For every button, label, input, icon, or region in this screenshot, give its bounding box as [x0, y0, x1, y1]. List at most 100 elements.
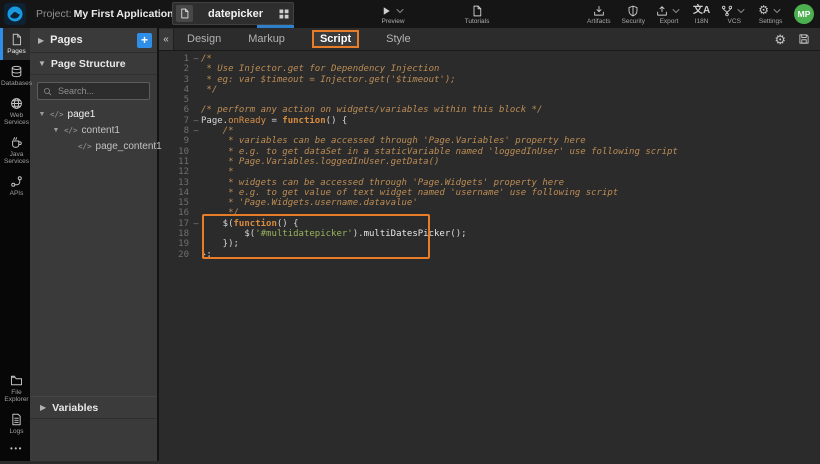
settings-button[interactable]: ⚙Settings	[758, 4, 783, 25]
code-line[interactable]: 10 * e.g. to get dataSet in a staticVari…	[159, 147, 820, 157]
variables-header[interactable]: ▶ Variables	[30, 396, 157, 419]
fold-gutter	[191, 188, 201, 198]
search-icon	[43, 87, 52, 96]
sidebar-item-label: Web Services	[3, 112, 30, 126]
sidebar-item-pages[interactable]: Pages	[0, 28, 30, 60]
tab-design[interactable]: Design	[187, 33, 221, 45]
vcs-button[interactable]: VCS	[721, 4, 747, 25]
code-text: * widgets can be accessed through 'Page.…	[201, 178, 564, 188]
sidebar-item-more[interactable]: •••	[0, 440, 30, 458]
code-text: * eg: var $timeout = Injector.get('$time…	[201, 75, 456, 85]
tree-item-label: page_content1	[96, 141, 162, 152]
sidebar-item-apis[interactable]: APIs	[0, 170, 30, 202]
tutorials-button[interactable]: Tutorials	[452, 0, 502, 28]
page-tab-label: datepicker	[193, 8, 278, 20]
save-icon[interactable]	[798, 33, 810, 45]
chevron-down-icon	[670, 5, 682, 17]
search-input[interactable]	[56, 85, 144, 97]
breadcrumb: Project: My First Application	[36, 0, 174, 28]
line-number: 11	[159, 157, 191, 167]
security-button[interactable]: Security	[622, 4, 645, 25]
preview-button[interactable]: Preview	[368, 0, 418, 28]
line-number: 17	[159, 219, 191, 229]
page-tab-datepicker[interactable]: datepicker	[172, 2, 294, 25]
page-structure-header[interactable]: ▼ Page Structure	[30, 53, 157, 75]
code-text: *	[201, 167, 234, 177]
sidebar-item-databases[interactable]: Databases	[0, 60, 30, 92]
tab-style[interactable]: Style	[386, 33, 410, 45]
sidebar-item-logs[interactable]: Logs	[0, 408, 30, 440]
fold-gutter	[191, 85, 201, 95]
settings-icon: ⚙	[758, 4, 769, 17]
collapse-panel-button[interactable]: «	[159, 29, 174, 50]
tree-item-page_content1[interactable]: </>page_content1	[30, 138, 157, 154]
export-button[interactable]: Export	[656, 4, 682, 25]
security-icon	[627, 5, 639, 17]
fold-marker-icon[interactable]: –	[191, 126, 201, 136]
sidebar-item-label: Logs	[9, 428, 23, 435]
fold-marker-icon[interactable]: –	[191, 116, 201, 126]
editor-area: « Design Markup Script Style ⚙ 1–/*2 * Use …	[157, 28, 820, 461]
code-line[interactable]: 9 * variables can be accessed through 'P…	[159, 136, 820, 146]
fold-gutter	[191, 147, 201, 157]
wavemaker-logo[interactable]	[4, 3, 26, 25]
artifacts-button[interactable]: Artifacts	[587, 4, 610, 25]
sidebar-item-java-services[interactable]: Java Services	[0, 131, 30, 170]
line-number: 5	[159, 95, 191, 105]
add-page-button[interactable]: +	[137, 33, 152, 48]
code-line[interactable]: 11 * Page.Variables.loggedInUser.getData…	[159, 157, 820, 167]
fold-gutter	[191, 208, 201, 218]
code-text: * Page.Variables.loggedInUser.getData()	[201, 157, 439, 167]
fold-marker-icon[interactable]: –	[191, 54, 201, 64]
fold-gutter	[191, 105, 201, 115]
i18n-button[interactable]: 文AI18N	[693, 4, 710, 25]
tree-item-page1[interactable]: ▼</>page1	[30, 106, 157, 122]
code-line[interactable]: 3 * eg: var $timeout = Injector.get('$ti…	[159, 75, 820, 85]
vcs-label: VCS	[728, 18, 741, 25]
pages-panel: ▶ Pages + ▼ Page Structure ▼</>page1▼</>…	[30, 28, 157, 461]
code-line[interactable]: 8– /*	[159, 126, 820, 136]
code-text: */	[201, 85, 217, 95]
sidebar-item-web-services[interactable]: Web Services	[0, 92, 30, 131]
grid-icon[interactable]	[278, 8, 290, 20]
tab-script[interactable]: Script	[312, 30, 359, 48]
fold-gutter	[191, 239, 201, 249]
code-line[interactable]: 1–/*	[159, 54, 820, 64]
page-file-icon	[179, 8, 190, 19]
line-number: 10	[159, 147, 191, 157]
gear-icon[interactable]: ⚙	[774, 33, 786, 46]
pages-icon	[10, 33, 23, 46]
code-line[interactable]: 15 * 'Page.Widgets.username.datavalue'	[159, 198, 820, 208]
line-number: 19	[159, 239, 191, 249]
sidebar-item-label: File Explorer	[3, 389, 30, 403]
code-line[interactable]: 5	[159, 95, 820, 105]
fold-marker-icon[interactable]: –	[191, 219, 201, 229]
line-number: 16	[159, 208, 191, 218]
code-line[interactable]: 14 * e.g. to get value of text widget na…	[159, 188, 820, 198]
apis-icon	[10, 175, 23, 188]
code-line[interactable]: 7–Page.onReady = function() {	[159, 116, 820, 126]
line-number: 7	[159, 116, 191, 126]
collapse-arrow-icon: ▶	[38, 36, 44, 45]
pages-panel-header[interactable]: ▶ Pages +	[30, 28, 157, 53]
code-line[interactable]: 2 * Use Injector.get for Dependency Inje…	[159, 64, 820, 74]
avatar[interactable]: MP	[794, 4, 814, 24]
tab-markup[interactable]: Markup	[248, 33, 285, 45]
java-services-icon	[10, 136, 23, 149]
line-number: 1	[159, 54, 191, 64]
script-code-editor[interactable]: 1–/*2 * Use Injector.get for Dependency …	[159, 51, 820, 464]
widget-icon: </>	[50, 110, 64, 119]
fold-gutter	[191, 136, 201, 146]
editor-actions: ⚙	[774, 33, 820, 46]
code-line[interactable]: 12 *	[159, 167, 820, 177]
fold-gutter	[191, 167, 201, 177]
rail-top-group: PagesDatabases Web Services Java ServicesA…	[0, 28, 30, 202]
code-line[interactable]: 4 */	[159, 85, 820, 95]
line-number: 4	[159, 85, 191, 95]
tree-item-content1[interactable]: ▼</>content1	[30, 122, 157, 138]
code-text: * Use Injector.get for Dependency Inject…	[201, 64, 439, 74]
code-line[interactable]: 13 * widgets can be accessed through 'Pa…	[159, 178, 820, 188]
expand-arrow-icon: ▼	[52, 127, 60, 134]
code-line[interactable]: 6/* perform any action on widgets/variab…	[159, 105, 820, 115]
sidebar-item-file-explorer[interactable]: File Explorer	[0, 369, 30, 408]
